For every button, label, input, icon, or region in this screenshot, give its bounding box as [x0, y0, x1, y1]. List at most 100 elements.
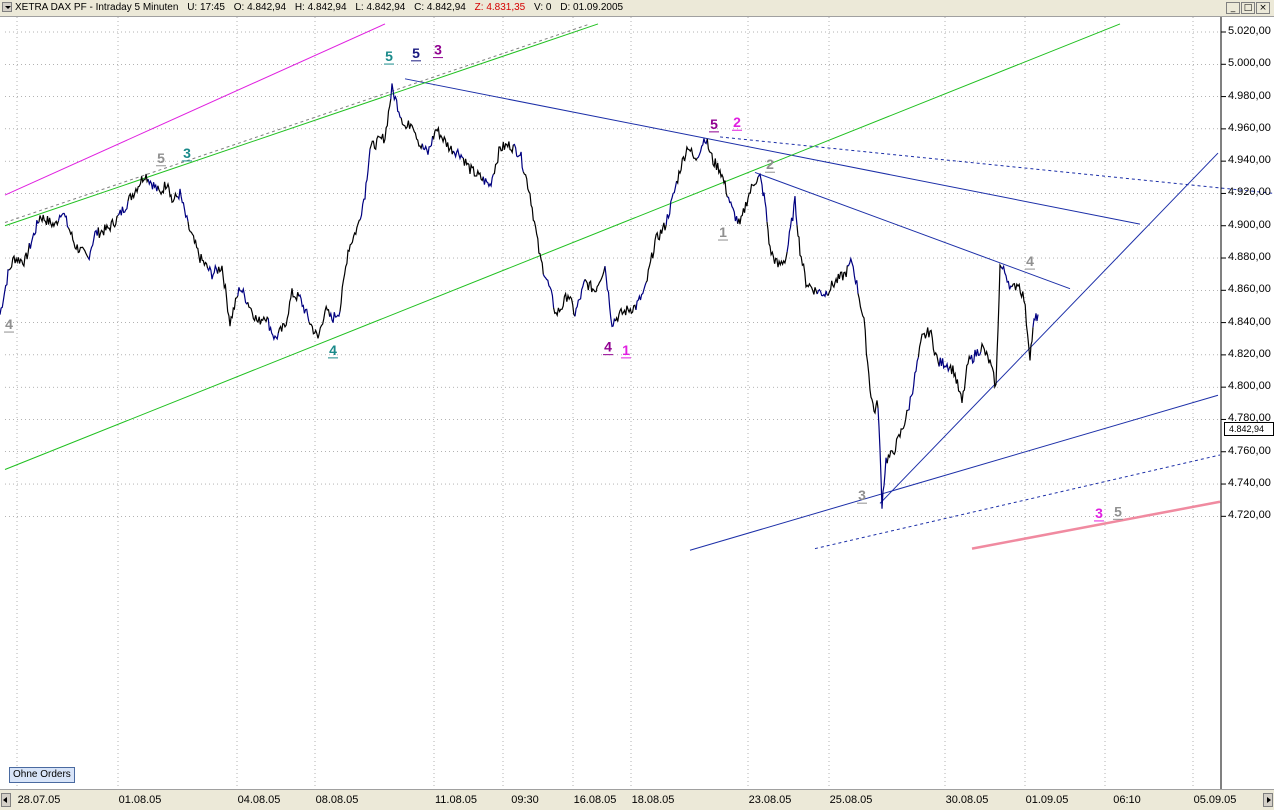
price-line-segment — [706, 138, 728, 198]
price-line-segment — [87, 227, 99, 262]
scroll-right-icon[interactable] — [1263, 793, 1273, 807]
y-tick-label: 4.840,00 — [1228, 315, 1271, 328]
y-tick-label: 4.880,00 — [1228, 251, 1271, 264]
price-line-segment — [0, 269, 10, 315]
window-menu-icon[interactable] — [2, 2, 12, 12]
volume-value: V: 0 — [534, 2, 552, 13]
wave-label: 3 — [1095, 505, 1103, 521]
price-line-segment — [584, 266, 606, 293]
wave-label: 3 — [434, 42, 442, 58]
wave-label: 1 — [719, 224, 727, 240]
price-line-segment — [827, 265, 848, 296]
x-tick-label: 09:30 — [511, 794, 539, 806]
y-tick-label: 4.760,00 — [1228, 444, 1271, 457]
price-line-segment — [247, 302, 269, 325]
price-line-segment — [67, 227, 89, 258]
price-line-segment — [948, 354, 971, 403]
price-line-segment — [217, 265, 239, 327]
price-line-segment — [277, 288, 300, 334]
y-tick-label: 4.820,00 — [1228, 347, 1271, 360]
price-line-segment — [308, 304, 331, 339]
trendline-magenta — [4, 23, 386, 196]
price-line-segment — [574, 279, 586, 317]
window-buttons: _ □ × — [1226, 2, 1270, 14]
price-line-segment — [727, 196, 739, 224]
price-line-segment — [187, 221, 209, 269]
trendline-gray — [4, 23, 591, 223]
price-line-segment — [8, 243, 30, 271]
trendline-green — [4, 23, 599, 227]
price-line-segment — [28, 219, 40, 249]
price-line-segment — [359, 148, 371, 220]
x-tick-label: 30.08.05 — [945, 794, 989, 806]
x-tick-label: 11.08.05 — [434, 794, 478, 806]
low-value: L: 4.842,94 — [355, 2, 406, 13]
price-line-segment — [696, 138, 708, 159]
scroll-left-icon[interactable] — [1, 793, 11, 807]
y-tick-label: 4.980,00 — [1228, 89, 1271, 102]
price-line-segment — [766, 221, 788, 268]
price-line-segment — [237, 286, 249, 305]
price-line-segment — [796, 225, 818, 295]
close-button[interactable]: × — [1256, 2, 1270, 14]
wave-label: 4 — [5, 316, 13, 332]
y-tick-label: 4.960,00 — [1228, 121, 1271, 134]
price-line-segment — [614, 304, 637, 322]
x-tick-label: 04.08.05 — [237, 794, 281, 806]
price-line-segment — [421, 136, 434, 155]
x-tick-label: 25.08.05 — [829, 794, 873, 806]
price-line-segment — [157, 181, 178, 204]
price-series — [0, 83, 1039, 509]
y-tick-label: 5.020,00 — [1228, 25, 1271, 37]
open-value: O: 4.842,94 — [233, 2, 287, 13]
wave-label: 5 — [157, 150, 165, 166]
wave-labels: 5 5 35 345 2214 1433 54 — [4, 42, 1123, 522]
price-line-segment — [857, 293, 879, 415]
price-line-segment — [339, 219, 361, 312]
price-line-segment — [452, 147, 464, 161]
x-tick-label: 18.08.05 — [631, 794, 675, 806]
x-tick-label: 16.08.05 — [573, 794, 617, 806]
maximize-button[interactable]: □ — [1241, 2, 1255, 14]
wave-label: 3 — [858, 487, 866, 503]
price-line-segment — [298, 293, 310, 322]
price-line-segment — [127, 173, 149, 202]
wave-label: 5 — [710, 116, 718, 132]
price-line-segment — [432, 125, 454, 155]
y-tick-label: 4.720,00 — [1228, 509, 1271, 522]
minimize-button[interactable]: _ — [1226, 2, 1240, 14]
title-text: XETRA DAX PF - Intraday 5 Minuten U: 17:… — [15, 0, 629, 16]
trendline-blue — [754, 171, 1071, 290]
trendlines — [4, 23, 1274, 551]
trendline-blue — [404, 78, 1141, 225]
price-line-segment — [938, 357, 950, 373]
price-chart: 5 5 35 345 2214 1433 54 — [0, 17, 1274, 789]
price-line-segment — [482, 174, 494, 188]
price-line-segment — [604, 266, 616, 328]
y-tick-label: 4.800,00 — [1228, 380, 1271, 393]
wave-label: 5 — [385, 48, 393, 64]
wave-label: 1 — [622, 342, 630, 358]
price-line-segment — [207, 263, 219, 280]
price-line-segment — [757, 172, 768, 222]
orders-toggle-button[interactable]: Ohne Orders — [9, 767, 75, 783]
wave-label: 2 — [766, 156, 774, 172]
y-tick-label: 5.000,00 — [1228, 57, 1271, 70]
y-tick-label: 4.940,00 — [1228, 154, 1271, 167]
x-tick-label: 28.07.05 — [17, 794, 61, 806]
wave-label: 5 — [1114, 503, 1122, 519]
price-line-segment — [177, 188, 189, 222]
wave-label: 4 — [1026, 253, 1034, 269]
price-line-segment — [522, 171, 544, 275]
price-line-segment — [542, 274, 555, 308]
price-line-segment — [917, 327, 940, 367]
high-value: H: 4.842,94 — [294, 2, 347, 13]
price-line-segment — [676, 145, 698, 185]
y-tick-label: 4.740,00 — [1228, 477, 1271, 490]
wave-label: 3 — [183, 145, 191, 161]
chart-title: XETRA DAX PF - Intraday 5 Minuten — [15, 2, 179, 13]
price-line-segment — [1011, 282, 1034, 361]
price-line-segment — [1000, 264, 1013, 290]
grid-lines — [5, 17, 1220, 789]
trendline-blue — [719, 136, 1274, 194]
